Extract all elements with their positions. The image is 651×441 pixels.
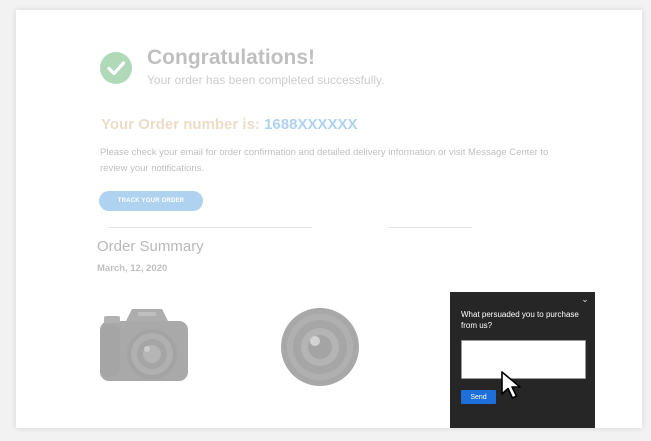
order-completed-subtitle: Your order has been completed successful…	[147, 73, 385, 87]
send-button[interactable]: Send	[461, 390, 496, 404]
order-number-label: Your Order number is:	[101, 116, 260, 133]
track-order-button[interactable]: TRACK YOUR ORDER	[99, 191, 203, 211]
confirmation-description: Please check your email for order confir…	[100, 147, 549, 174]
congratulations-heading: Congratulations!	[147, 46, 315, 69]
checkmark-icon	[100, 52, 132, 84]
mouse-pointer-icon	[501, 371, 521, 399]
camera-icon	[100, 309, 188, 381]
order-number: 1688XXXXXX	[264, 116, 358, 133]
divider	[388, 227, 472, 228]
divider	[108, 227, 312, 228]
chevron-down-icon[interactable]: ⌄	[579, 294, 591, 304]
order-date: March, 12, 2020	[97, 263, 168, 274]
feedback-widget: ⌄ What persuaded you to purchase from us…	[450, 292, 595, 428]
feedback-question: What persuaded you to purchase from us?	[461, 310, 579, 330]
order-number-line: Your Order number is: 1688XXXXXX	[101, 116, 358, 133]
order-summary-heading: Order Summary	[97, 238, 204, 255]
feedback-input[interactable]	[461, 340, 586, 379]
lens-icon	[281, 308, 359, 386]
order-confirmation-page: Congratulations! Your order has been com…	[16, 10, 642, 428]
